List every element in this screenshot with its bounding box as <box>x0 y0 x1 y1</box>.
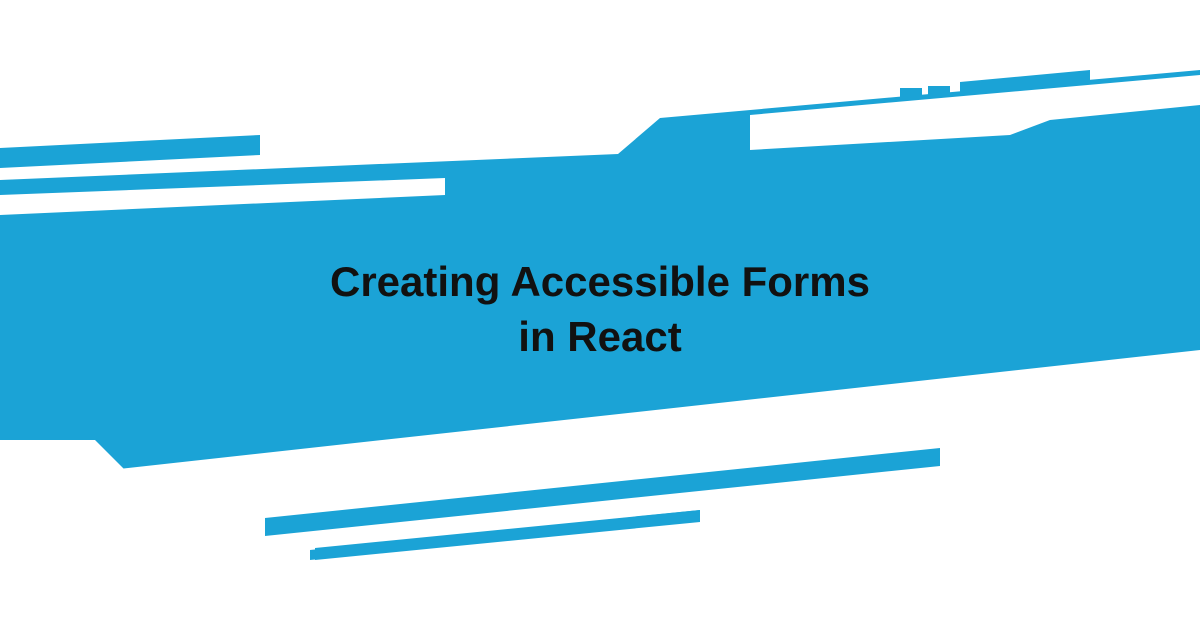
hero-banner: Creating Accessible Forms in React <box>0 0 1200 630</box>
banner-title: Creating Accessible Forms in React <box>330 255 870 364</box>
